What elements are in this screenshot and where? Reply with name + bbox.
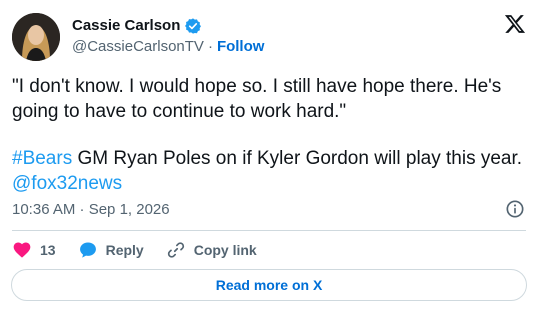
copy-link-button[interactable]: Copy link bbox=[166, 240, 257, 260]
timestamp[interactable]: 10:36 AM · Sep 1, 2026 bbox=[12, 201, 170, 219]
heart-icon bbox=[13, 242, 31, 258]
avatar[interactable] bbox=[12, 13, 60, 61]
action-bar: 13 Reply Copy link bbox=[12, 240, 279, 260]
like-count: 13 bbox=[40, 242, 56, 258]
like-button[interactable]: 13 bbox=[12, 240, 56, 260]
tweet-header: Cassie Carlson @CassieCarlsonTV · Follow bbox=[12, 13, 526, 61]
tweet-quote-text: "I don't know. I would hope so. I still … bbox=[12, 76, 507, 122]
copy-link-label: Copy link bbox=[193, 242, 257, 258]
verified-badge-icon bbox=[184, 17, 202, 35]
display-name[interactable]: Cassie Carlson bbox=[72, 17, 180, 35]
name-row: Cassie Carlson bbox=[72, 17, 202, 35]
x-logo-icon[interactable] bbox=[504, 13, 526, 35]
separator-dot: · bbox=[207, 38, 213, 55]
reply-label: Reply bbox=[105, 242, 144, 258]
follow-link[interactable]: Follow bbox=[217, 38, 265, 56]
tweet-caption: #Bears GM Ryan Poles on if Kyler Gordon … bbox=[12, 146, 524, 196]
tweet-embed-card: Cassie Carlson @CassieCarlsonTV · Follow… bbox=[0, 0, 538, 311]
reply-button[interactable]: Reply bbox=[78, 240, 144, 260]
speech-bubble-icon bbox=[79, 242, 96, 258]
handle-row: @CassieCarlsonTV · Follow bbox=[72, 38, 264, 56]
tweet-caption-text: GM Ryan Poles on if Kyler Gordon will pl… bbox=[72, 148, 523, 169]
mention-link[interactable]: @fox32news bbox=[12, 173, 122, 194]
hashtag-link[interactable]: #Bears bbox=[12, 148, 72, 169]
read-more-button[interactable]: Read more on X bbox=[11, 269, 527, 301]
divider bbox=[12, 230, 526, 231]
link-icon bbox=[167, 242, 184, 258]
info-icon[interactable] bbox=[505, 199, 525, 219]
handle[interactable]: @CassieCarlsonTV bbox=[72, 38, 204, 56]
avatar-image bbox=[12, 13, 60, 61]
